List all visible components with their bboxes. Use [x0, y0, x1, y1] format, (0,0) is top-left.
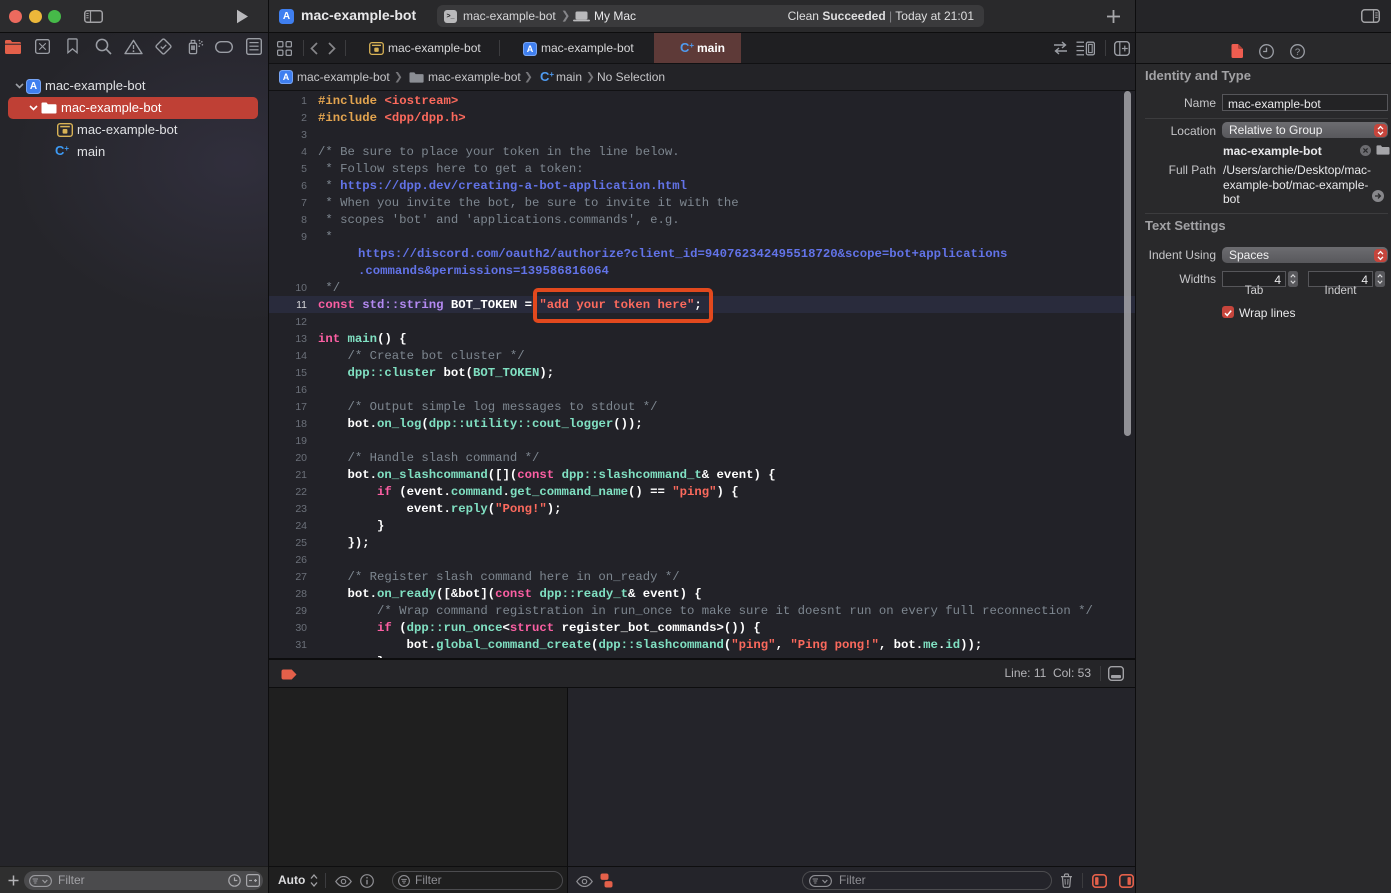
svg-text:?: ? [1295, 47, 1300, 58]
